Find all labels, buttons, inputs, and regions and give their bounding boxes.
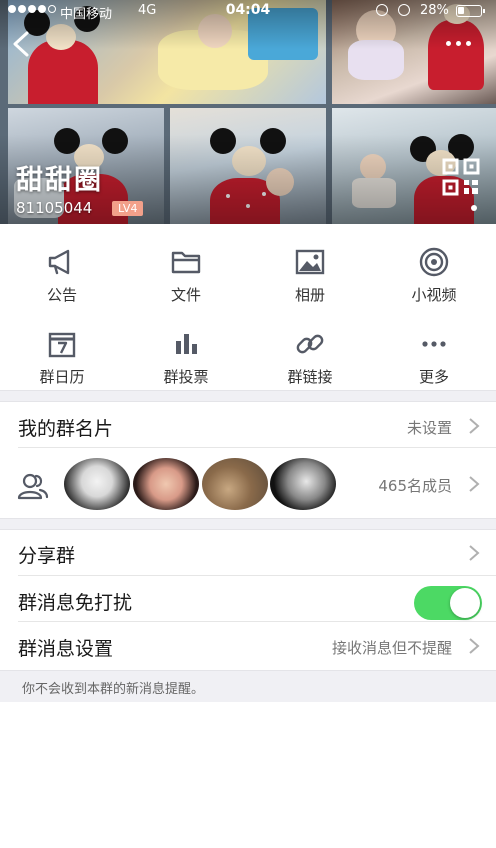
feature-grid: 公告 文件 相册 小视频 群日历 群投票 群链接 更多 [0,224,496,390]
megaphone-icon [48,249,70,275]
member-avatar[interactable] [64,458,130,510]
feature-label: 文件 [170,286,201,304]
alarm-icon [398,4,410,16]
feature-label: 群链接 [287,368,333,386]
more-icon [422,341,446,347]
group-card-label: 我的群名片 [18,418,114,440]
members-row[interactable]: 465名成员 [0,448,496,520]
member-count: 465名成员 [378,477,452,495]
status-bar: 中国移动 4G 04:04 28% [0,0,496,22]
group-name: 甜甜圈 [16,165,103,196]
dnd-row: 群消息免打扰 [0,576,496,622]
feature-link[interactable]: 群链接 [248,314,372,388]
section-separator [0,390,496,402]
chevron-right-icon [469,418,480,434]
feature-calendar[interactable]: 群日历 [0,314,124,388]
qr-code-icon[interactable] [442,158,480,196]
page-indicator [471,205,477,211]
feature-announcement[interactable]: 公告 [0,232,124,306]
dnd-label: 群消息免打扰 [18,592,133,614]
section-separator [0,518,496,530]
group-header: 中国移动 4G 04:04 28% 甜甜圈 81105044 LV4 [0,0,496,224]
more-icon[interactable] [446,36,478,50]
dnd-toggle[interactable] [414,586,482,620]
share-group-row[interactable]: 分享群 [0,530,496,576]
link-icon [296,334,324,354]
group-card-value: 未设置 [406,419,452,437]
orientation-lock-icon [376,4,388,16]
message-settings-row[interactable]: 群消息设置 接收消息但不提醒 [0,622,496,670]
feature-album[interactable]: 相册 [248,232,372,306]
feature-label: 更多 [418,368,449,386]
battery-icon [456,5,485,17]
feature-label: 相册 [294,286,325,304]
feature-label: 群投票 [163,368,209,386]
chevron-right-icon [469,638,480,654]
calendar-icon [48,332,76,358]
dnd-hint: 你不会收到本群的新消息提醒。 [0,670,496,702]
member-avatar[interactable] [270,458,336,510]
member-avatar[interactable] [133,458,199,510]
feature-short-video[interactable]: 小视频 [372,232,496,306]
chevron-right-icon [469,545,480,561]
feature-label: 群日历 [39,368,85,386]
chevron-right-icon [469,476,480,492]
battery-percent: 28% [420,3,449,18]
toggle-knob [450,588,480,618]
members-icon [17,473,49,500]
group-card-row[interactable]: 我的群名片 未设置 [0,402,496,448]
folder-icon [171,251,201,274]
feature-more[interactable]: 更多 [372,314,496,388]
back-icon[interactable] [10,30,34,58]
feature-label: 小视频 [411,286,457,304]
member-avatar[interactable] [202,458,268,510]
vote-icon [176,334,197,354]
feature-files[interactable]: 文件 [124,232,248,306]
album-icon [295,249,325,275]
group-id: 81105044 [16,199,93,217]
feature-label: 公告 [46,286,77,304]
feature-vote[interactable]: 群投票 [124,314,248,388]
dnd-hint-text: 你不会收到本群的新消息提醒。 [22,682,205,697]
battery-fill [458,7,464,14]
share-group-label: 分享群 [18,545,76,567]
video-icon [419,247,449,277]
message-settings-label: 群消息设置 [18,638,114,660]
message-settings-value: 接收消息但不提醒 [331,639,452,657]
group-level-badge: LV4 [112,201,144,216]
